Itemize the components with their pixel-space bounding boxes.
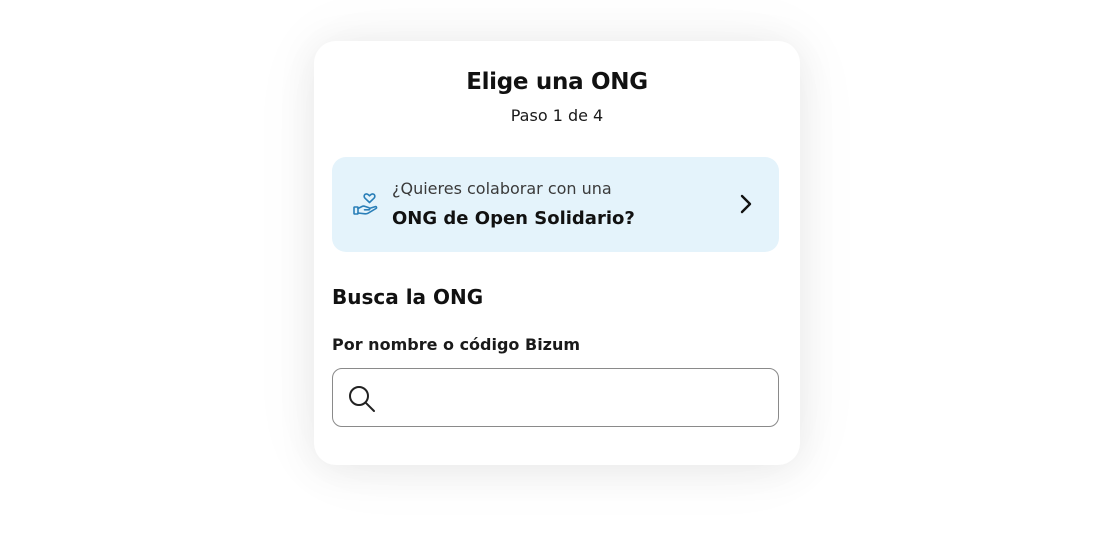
- search-icon: [349, 386, 375, 412]
- page: Elige una ONG Paso 1 de 4 ¿Quieres colab…: [0, 0, 1106, 540]
- search-field-label: Por nombre o código Bizum: [332, 335, 581, 354]
- open-solidario-banner[interactable]: ¿Quieres colaborar con una ONG de Open S…: [332, 157, 779, 252]
- step-indicator: Paso 1 de 4: [510, 106, 604, 125]
- search-field[interactable]: [332, 368, 779, 427]
- search-input[interactable]: [389, 377, 763, 419]
- banner-question: ¿Quieres colaborar con una: [392, 179, 612, 198]
- select-ngo-card: Elige una ONG Paso 1 de 4 ¿Quieres colab…: [314, 41, 800, 465]
- banner-title: ONG de Open Solidario?: [392, 208, 635, 229]
- chevron-right-icon: [740, 194, 752, 214]
- page-title: Elige una ONG: [466, 69, 648, 95]
- hand-heart-icon: [353, 193, 378, 215]
- search-section-title: Busca la ONG: [332, 285, 484, 309]
